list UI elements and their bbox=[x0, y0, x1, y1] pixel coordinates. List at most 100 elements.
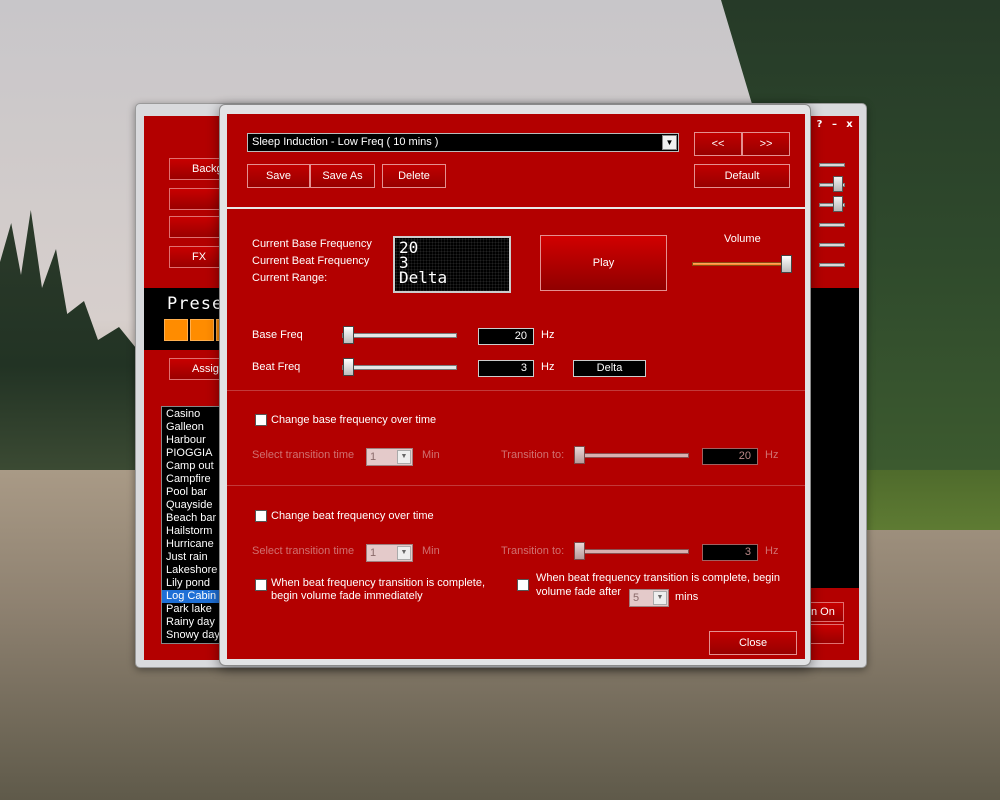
list-item[interactable]: Campfire bbox=[162, 473, 226, 486]
save-as-button[interactable]: Save As bbox=[310, 164, 375, 188]
chevron-down-icon[interactable]: ▼ bbox=[653, 591, 667, 605]
change-beat-checkbox[interactable] bbox=[255, 510, 267, 522]
display-range-value: Delta bbox=[399, 268, 448, 287]
list-item[interactable]: Galleon bbox=[162, 421, 226, 434]
help-icon[interactable]: ? bbox=[813, 118, 826, 131]
preset-select[interactable]: Sleep Induction - Low Freq ( 10 mins ) ▼ bbox=[247, 133, 679, 152]
change-base-checkbox[interactable] bbox=[255, 414, 267, 426]
preset-panel-title: Prese bbox=[167, 294, 224, 314]
fade-after-unit: mins bbox=[675, 591, 699, 603]
wallpaper-grass bbox=[860, 470, 1000, 530]
wallpaper-trees-left bbox=[0, 210, 140, 470]
change-base-label: Change base frequency over time bbox=[271, 414, 437, 426]
base-transition-time-select[interactable]: 1 ▼ bbox=[366, 448, 413, 466]
channel-slider[interactable] bbox=[819, 223, 845, 227]
chevron-down-icon[interactable]: ▼ bbox=[397, 450, 411, 464]
change-beat-label: Change beat frequency over time bbox=[271, 510, 434, 522]
beat-range-value: Delta bbox=[573, 360, 646, 377]
delete-button[interactable]: Delete bbox=[382, 164, 446, 188]
base-transition-time-label: Select transition time bbox=[252, 449, 355, 461]
section-divider bbox=[227, 390, 805, 391]
list-item[interactable]: Casino bbox=[162, 408, 226, 421]
frequency-display: 20 3 Delta bbox=[393, 236, 511, 293]
list-item[interactable]: Rainy day bbox=[162, 616, 226, 629]
preset-slot[interactable] bbox=[164, 319, 188, 341]
list-item[interactable]: Park lake bbox=[162, 603, 226, 616]
sound-list[interactable]: Casino Galleon Harbour PIOGGIA Camp out … bbox=[161, 406, 227, 644]
dialog-body: Sleep Induction - Low Freq ( 10 mins ) ▼… bbox=[227, 114, 805, 659]
fade-after-minutes-select[interactable]: 5 ▼ bbox=[629, 589, 669, 607]
fade-after-checkbox[interactable] bbox=[517, 579, 529, 591]
beat-transition-time-value: 1 bbox=[370, 547, 377, 559]
list-item[interactable]: Harbour bbox=[162, 434, 226, 447]
beat-transition-slider-thumb[interactable] bbox=[574, 542, 585, 560]
preset-select-value: Sleep Induction - Low Freq ( 10 mins ) bbox=[252, 136, 439, 148]
list-item[interactable]: Beach bar bbox=[162, 512, 226, 525]
beat-transition-time-label: Select transition time bbox=[252, 545, 355, 557]
volume-slider-thumb[interactable] bbox=[781, 255, 792, 273]
list-item[interactable]: Quayside bbox=[162, 499, 226, 512]
base-freq-slider[interactable] bbox=[342, 333, 457, 338]
list-item[interactable]: Pool bar bbox=[162, 486, 226, 499]
fade-after-label-line2: volume fade after bbox=[536, 586, 621, 598]
beat-freq-slider-thumb[interactable] bbox=[343, 358, 354, 376]
minimize-icon[interactable]: – bbox=[828, 118, 841, 131]
channel-slider[interactable] bbox=[819, 163, 845, 167]
current-range-label: Current Range: bbox=[252, 272, 328, 284]
preset-toolbar bbox=[227, 114, 805, 209]
volume-slider[interactable] bbox=[692, 262, 792, 266]
beat-transition-time-select[interactable]: 1 ▼ bbox=[366, 544, 413, 562]
beat-transition-slider[interactable] bbox=[574, 549, 689, 554]
current-beat-label: Current Beat Frequency bbox=[252, 255, 370, 267]
list-item[interactable]: Hailstorm bbox=[162, 525, 226, 538]
slider-thumb[interactable] bbox=[833, 176, 843, 192]
beat-transition-unit: Hz bbox=[765, 545, 779, 557]
list-item[interactable]: Lily pond bbox=[162, 577, 226, 590]
fade-immediate-line2: begin volume fade immediately bbox=[271, 590, 423, 602]
right-display-panel bbox=[804, 288, 859, 588]
chevron-down-icon[interactable]: ▼ bbox=[397, 546, 411, 560]
base-transition-to-label: Transition to: bbox=[501, 449, 565, 461]
fade-after-minutes-value: 5 bbox=[633, 592, 640, 604]
window-controls: ? – x bbox=[813, 118, 856, 131]
current-base-label: Current Base Frequency bbox=[252, 238, 372, 250]
list-item[interactable]: Just rain bbox=[162, 551, 226, 564]
binaural-settings-dialog: Sleep Induction - Low Freq ( 10 mins ) ▼… bbox=[219, 104, 811, 666]
channel-slider[interactable] bbox=[819, 263, 845, 267]
beat-transition-value[interactable]: 3 bbox=[702, 544, 758, 561]
beat-freq-slider[interactable] bbox=[342, 365, 457, 370]
base-transition-unit: Hz bbox=[765, 449, 779, 461]
beat-freq-unit: Hz bbox=[541, 361, 555, 373]
base-freq-slider-thumb[interactable] bbox=[343, 326, 354, 344]
list-item[interactable]: Camp out bbox=[162, 460, 226, 473]
fade-immediate-checkbox[interactable] bbox=[255, 579, 267, 591]
section-divider bbox=[227, 485, 805, 486]
slider-thumb[interactable] bbox=[833, 196, 843, 212]
previous-preset-button[interactable]: << bbox=[694, 132, 742, 156]
fade-immediate-line1: When beat frequency transition is comple… bbox=[271, 577, 486, 589]
list-item[interactable]: Lakeshore bbox=[162, 564, 226, 577]
next-preset-button[interactable]: >> bbox=[742, 132, 790, 156]
fade-after-label-line1: When beat frequency transition is comple… bbox=[536, 572, 780, 584]
close-icon[interactable]: x bbox=[843, 118, 856, 131]
base-transition-time-unit: Min bbox=[422, 449, 440, 461]
save-button[interactable]: Save bbox=[247, 164, 310, 188]
channel-slider[interactable] bbox=[819, 243, 845, 247]
base-freq-value[interactable]: 20 bbox=[478, 328, 534, 345]
list-item[interactable]: PIOGGIA bbox=[162, 447, 226, 460]
display-base-value: 20 bbox=[399, 238, 419, 257]
fade-immediate-label: When beat frequency transition is comple… bbox=[271, 577, 485, 603]
base-transition-value[interactable]: 20 bbox=[702, 448, 758, 465]
base-transition-slider[interactable] bbox=[574, 453, 689, 458]
list-item[interactable]: Hurricane bbox=[162, 538, 226, 551]
list-item-selected[interactable]: Log Cabin bbox=[162, 590, 226, 603]
beat-freq-value[interactable]: 3 bbox=[478, 360, 534, 377]
play-button[interactable]: Play bbox=[540, 235, 667, 291]
chevron-down-icon[interactable]: ▼ bbox=[662, 135, 677, 150]
default-button[interactable]: Default bbox=[694, 164, 790, 188]
base-transition-slider-thumb[interactable] bbox=[574, 446, 585, 464]
preset-slot[interactable] bbox=[190, 319, 214, 341]
list-item[interactable]: Snowy day bbox=[162, 629, 226, 642]
close-button[interactable]: Close bbox=[709, 631, 797, 655]
beat-transition-time-unit: Min bbox=[422, 545, 440, 557]
